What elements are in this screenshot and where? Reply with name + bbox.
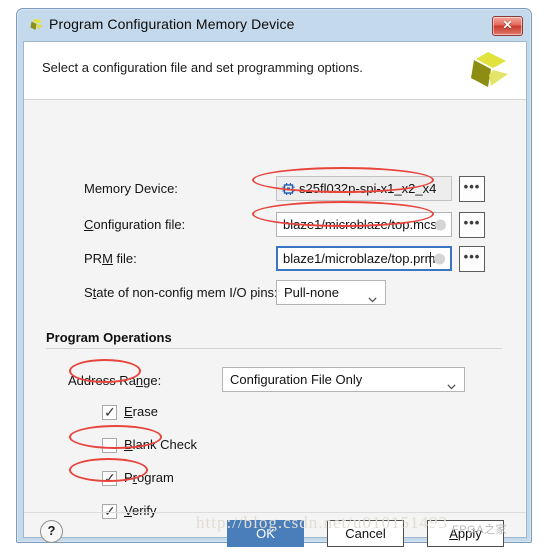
address-range-label: Address Range:: [68, 373, 161, 388]
xilinx-logo-icon: [27, 17, 45, 35]
dialog-header: Select a configuration file and set prog…: [24, 42, 526, 100]
memory-device-value: s25fl032p-spi-x1_x2_x4: [299, 181, 437, 196]
screenshot-root: Program Configuration Memory Device ✕ Se…: [0, 0, 548, 557]
question-mark-icon: ?: [47, 523, 56, 538]
text-caret: [430, 252, 431, 267]
apply-label-mnemonic: A: [449, 526, 458, 541]
configuration-file-value: blaze1/microblaze/top.mcs: [283, 217, 437, 232]
dialog-client-area: Select a configuration file and set prog…: [23, 41, 527, 547]
erase-checkbox[interactable]: ✓: [102, 404, 117, 420]
cancel-button[interactable]: Cancel: [327, 520, 404, 547]
ellipsis-icon: •••: [463, 249, 481, 264]
erase-label-mnemonic: E: [124, 404, 133, 419]
xilinx-banner-logo-icon: [466, 50, 510, 92]
blank-check-checkbox[interactable]: [102, 438, 117, 453]
prm-label-pre: PR: [84, 251, 103, 266]
address-range-value: Configuration File Only: [230, 372, 363, 387]
dialog-window: Program Configuration Memory Device ✕ Se…: [16, 8, 532, 547]
check-icon: ✓: [104, 470, 116, 486]
clear-icon[interactable]: [434, 253, 445, 264]
prm-file-browse-button[interactable]: •••: [459, 246, 485, 272]
program-label[interactable]: Program: [124, 470, 174, 485]
close-icon: ✕: [502, 18, 513, 32]
cfg-label-mnemonic: C: [84, 217, 94, 232]
prm-file-label: PRM file:: [84, 251, 137, 266]
verify-label[interactable]: Verify: [124, 503, 157, 518]
dialog-title: Program Configuration Memory Device: [49, 16, 295, 32]
memory-device-browse-button[interactable]: •••: [459, 176, 485, 202]
ok-button[interactable]: OK: [227, 520, 304, 547]
header-instruction: Select a configuration file and set prog…: [42, 60, 363, 75]
help-button[interactable]: ?: [40, 520, 63, 543]
memory-device-label: Memory Device:: [84, 181, 178, 196]
program-checkbox[interactable]: ✓: [102, 470, 117, 486]
check-icon: ✓: [104, 404, 116, 420]
address-range-select[interactable]: Configuration File Only: [222, 367, 465, 392]
apply-button[interactable]: Apply: [427, 520, 504, 547]
erase-label-post: rase: [132, 404, 158, 419]
io-pins-state-label: State of non-config mem I/O pins:: [84, 285, 278, 300]
prm-file-value: blaze1/microblaze/top.prm: [283, 251, 436, 266]
erase-label[interactable]: Erase: [124, 404, 158, 419]
program-operations-title: Program Operations: [46, 330, 172, 345]
blank-check-label[interactable]: Blank Check: [124, 437, 197, 452]
ellipsis-icon: •••: [463, 215, 481, 230]
title-bar: Program Configuration Memory Device ✕: [17, 9, 531, 43]
program-label-pre: P: [124, 470, 133, 485]
group-divider: [46, 348, 502, 349]
addr-label-pre: Address Ra: [68, 373, 136, 388]
memory-device-field[interactable]: s25fl032p-spi-x1_x2_x4: [276, 176, 452, 201]
cfg-label-post: onfiguration file:: [93, 217, 186, 232]
io-pins-state-select[interactable]: Pull-none: [276, 280, 386, 305]
check-icon: ✓: [104, 503, 116, 519]
clear-icon[interactable]: [435, 219, 446, 230]
ellipsis-icon: •••: [463, 179, 481, 194]
footer-divider: [24, 512, 526, 513]
prm-label-post: file:: [112, 251, 137, 266]
verify-label-mnemonic: V: [124, 503, 132, 518]
chip-icon: [282, 182, 295, 195]
blank-label-post: lank Check: [132, 437, 197, 452]
configuration-file-browse-button[interactable]: •••: [459, 212, 485, 238]
close-button[interactable]: ✕: [492, 16, 523, 36]
configuration-file-label: Configuration file:: [84, 217, 185, 232]
io-label-post: ate of non-config mem I/O pins:: [96, 285, 278, 300]
prm-label-mnemonic: M: [102, 251, 113, 266]
configuration-file-input[interactable]: blaze1/microblaze/top.mcs: [276, 212, 452, 237]
program-label-post: ogram: [137, 470, 174, 485]
verify-label-post: erify: [131, 503, 157, 518]
blank-label-mnemonic: B: [124, 437, 133, 452]
apply-label-post: pply: [457, 526, 482, 541]
addr-label-post: ge:: [143, 373, 162, 388]
chevron-down-icon: [447, 377, 456, 390]
io-label-pre: S: [84, 285, 93, 300]
io-pins-state-value: Pull-none: [284, 285, 339, 300]
chevron-down-icon: [368, 290, 377, 303]
program-operations-group: Program Operations Address Range: Config…: [46, 330, 502, 519]
prm-file-input[interactable]: blaze1/microblaze/top.prm: [276, 246, 452, 271]
